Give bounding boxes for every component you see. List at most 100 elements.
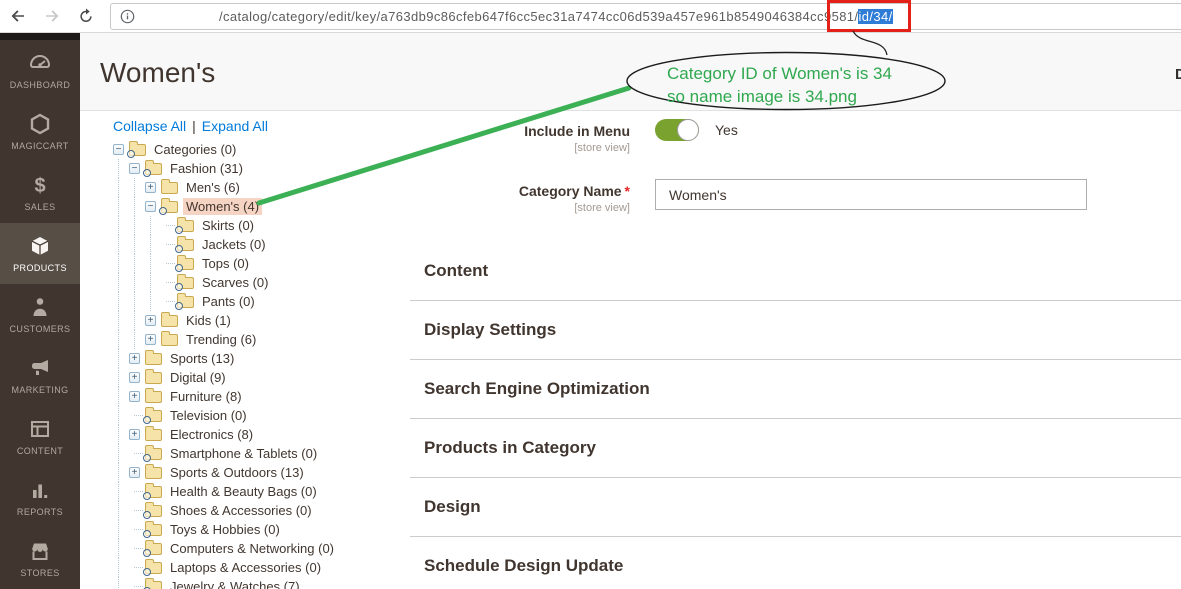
section-products-in-category[interactable]: Products in Category — [410, 419, 1181, 478]
back-arrow-icon[interactable] — [8, 6, 28, 26]
folder-search-icon — [161, 201, 178, 213]
folder-search-icon — [129, 144, 146, 156]
category-name-input[interactable] — [655, 179, 1087, 210]
sidebar-item-label: SALES — [24, 202, 55, 212]
tree-node-label[interactable]: Toys & Hobbies (0) — [167, 521, 283, 538]
tree-node-label[interactable]: Women's (4) — [183, 198, 262, 215]
folder-search-icon — [145, 486, 162, 498]
tree-guide-line — [129, 178, 145, 197]
sidebar-item-customers[interactable]: CUSTOMERS — [0, 284, 80, 345]
folder-icon — [161, 315, 178, 327]
collapse-all-link[interactable]: Collapse All — [113, 118, 186, 134]
tree-node-label[interactable]: Computers & Networking (0) — [167, 540, 337, 557]
tree-node-label[interactable]: Kids (1) — [183, 312, 234, 329]
section-search-engine-optimization[interactable]: Search Engine Optimization — [410, 360, 1181, 419]
customers-icon — [28, 295, 52, 319]
collapse-node-icon[interactable]: − — [129, 163, 140, 174]
sidebar-logo-strip — [0, 33, 80, 40]
sidebar-item-label: PRODUCTS — [13, 263, 67, 273]
tree-node-label[interactable]: Trending (6) — [183, 331, 259, 348]
tree-node-label[interactable]: Digital (9) — [167, 369, 229, 386]
collapse-node-icon[interactable]: − — [145, 201, 156, 212]
address-bar[interactable]: /catalog/category/edit/key/a763db9c86cfe… — [110, 3, 1181, 30]
expand-node-icon[interactable]: + — [129, 372, 140, 383]
tree-node-label[interactable]: Jackets (0) — [199, 236, 269, 253]
expand-node-icon[interactable]: + — [129, 391, 140, 402]
tree-node-label[interactable]: Fashion (31) — [167, 160, 246, 177]
sidebar-item-label: CONTENT — [17, 446, 63, 456]
expand-all-link[interactable]: Expand All — [202, 118, 268, 134]
browser-toolbar: /catalog/category/edit/key/a763db9c86cfe… — [0, 0, 1181, 33]
sidebar-item-dashboard[interactable]: DASHBOARD — [0, 40, 80, 101]
folder-icon — [145, 391, 162, 403]
sidebar-item-marketing[interactable]: MARKETING — [0, 345, 80, 406]
tree-node-label[interactable]: Laptops & Accessories (0) — [167, 559, 324, 576]
category-form: Include in Menu [store view] Yes Categor… — [410, 111, 1181, 589]
tree-node: + Digital (9) — [113, 368, 410, 387]
tree-node: Pants (0) — [113, 292, 410, 311]
section-content[interactable]: Content — [410, 242, 1181, 301]
tree-node-label[interactable]: Categories (0) — [151, 141, 239, 158]
tree-node: Skirts (0) — [113, 216, 410, 235]
tree-guide-line — [113, 197, 129, 216]
section-design[interactable]: Design — [410, 478, 1181, 537]
tree-node-label[interactable]: Sports & Outdoors (13) — [167, 464, 307, 481]
sidebar-item-reports[interactable]: REPORTS — [0, 467, 80, 528]
section-title: Products in Category — [424, 438, 596, 458]
folder-search-icon — [177, 258, 194, 270]
tree-node-label[interactable]: Smartphone & Tablets (0) — [167, 445, 320, 462]
tree-guide-line — [113, 520, 129, 539]
tree-guide-line — [113, 501, 129, 520]
tree-guide-line — [113, 311, 129, 330]
tree-node-label[interactable]: Pants (0) — [199, 293, 258, 310]
tree-node-label[interactable]: Electronics (8) — [167, 426, 256, 443]
section-display-settings[interactable]: Display Settings — [410, 301, 1181, 360]
tree-guide-line — [129, 273, 145, 292]
tree-node-label[interactable]: Shoes & Accessories (0) — [167, 502, 315, 519]
folder-icon — [145, 372, 162, 384]
sidebar-item-sales[interactable]: $ SALES — [0, 162, 80, 223]
section-title: Content — [424, 261, 488, 281]
magiccart-icon — [28, 112, 52, 136]
tree-node: Health & Beauty Bags (0) — [113, 482, 410, 501]
tree-node-label[interactable]: Furniture (8) — [167, 388, 245, 405]
include-in-menu-toggle[interactable] — [655, 119, 699, 141]
tree-node-label[interactable]: Tops (0) — [199, 255, 252, 272]
tree-node: Tops (0) — [113, 254, 410, 273]
tree-node-label[interactable]: Jewelry & Watches (7) — [167, 578, 303, 589]
page-info-icon[interactable] — [120, 9, 135, 24]
collapse-node-icon[interactable]: − — [113, 144, 124, 155]
include-in-menu-row: Include in Menu [store view] Yes — [410, 116, 1181, 154]
tree-guide-line — [113, 349, 129, 368]
tree-node-label[interactable]: Scarves (0) — [199, 274, 271, 291]
folder-search-icon — [145, 505, 162, 517]
expand-node-icon[interactable]: + — [145, 182, 156, 193]
expand-node-icon[interactable]: + — [129, 353, 140, 364]
tree-node-label[interactable]: Men's (6) — [183, 179, 243, 196]
tree-elbow-line — [129, 406, 145, 425]
tree-node-label[interactable]: Health & Beauty Bags (0) — [167, 483, 320, 500]
page-body: Collapse All | Expand All −Categories (0… — [80, 111, 1181, 588]
tree-node-label[interactable]: Skirts (0) — [199, 217, 257, 234]
expand-node-icon[interactable]: + — [129, 429, 140, 440]
folder-icon — [145, 429, 162, 441]
url-path: /catalog/category/edit/key/a763db9c86cfe… — [219, 9, 858, 24]
sales-icon: $ — [28, 173, 52, 197]
tree-node-label[interactable]: Television (0) — [167, 407, 250, 424]
tree-guide-line — [113, 444, 129, 463]
tree-node: Smartphone & Tablets (0) — [113, 444, 410, 463]
sidebar-menu: DASHBOARDMAGICCART $ SALES PRODUCTS CUSTOMER… — [0, 40, 80, 589]
sidebar-item-content[interactable]: CONTENT — [0, 406, 80, 467]
expand-node-icon[interactable]: + — [145, 315, 156, 326]
reload-icon[interactable] — [76, 6, 96, 26]
sidebar-item-stores[interactable]: STORES — [0, 528, 80, 589]
sidebar-item-magiccart[interactable]: MAGICCART — [0, 101, 80, 162]
expand-node-icon[interactable]: + — [129, 467, 140, 478]
section-schedule-design-update[interactable]: Schedule Design Update — [410, 537, 1181, 589]
sidebar-item-products[interactable]: PRODUCTS — [0, 223, 80, 284]
tree-elbow-line — [129, 558, 145, 577]
tree-node: + Furniture (8) — [113, 387, 410, 406]
tree-node-label[interactable]: Sports (13) — [167, 350, 237, 367]
expand-node-icon[interactable]: + — [145, 334, 156, 345]
tree-elbow-line — [129, 539, 145, 558]
